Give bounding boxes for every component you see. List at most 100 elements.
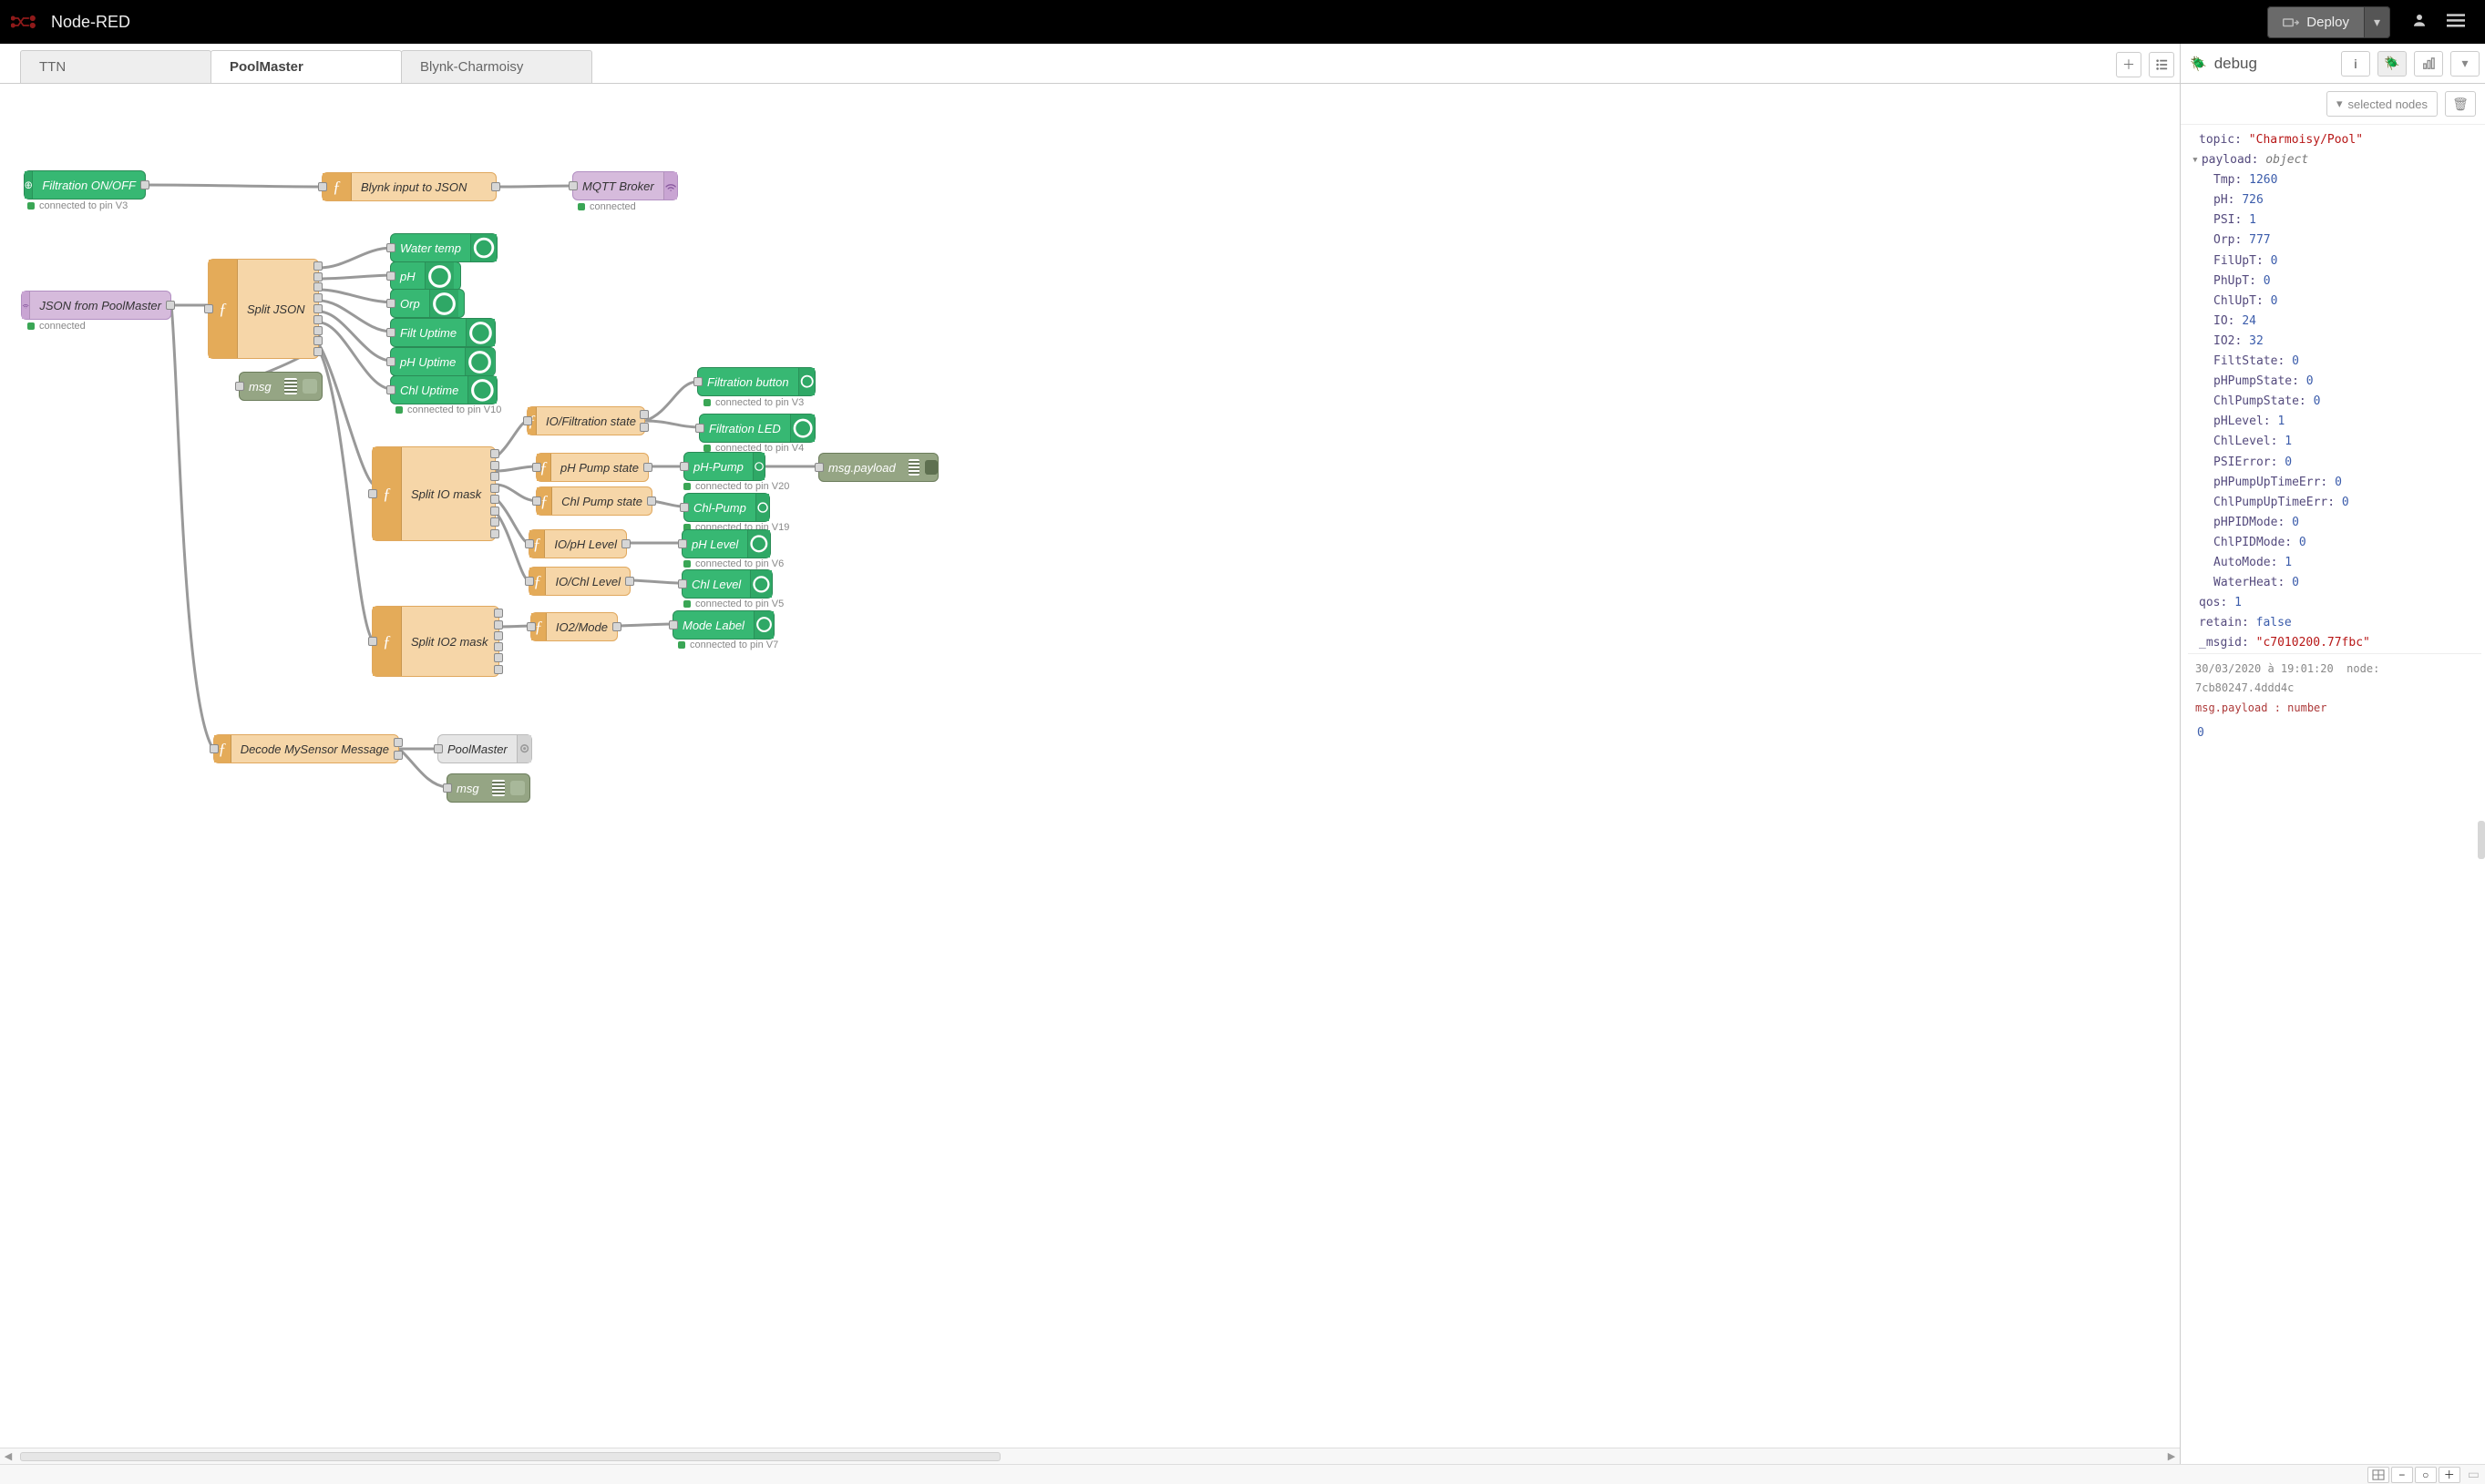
tab-ttn[interactable]: TTN	[20, 50, 211, 83]
node-io-chl-level[interactable]: ƒIO/Chl Level	[529, 567, 631, 596]
sidebar-menu-caret[interactable]: ▾	[2450, 51, 2480, 77]
status-mqtt: connected	[578, 201, 636, 212]
dashboard-tab-button[interactable]	[2414, 51, 2443, 77]
twisty-icon[interactable]: ▾	[2192, 153, 2199, 167]
node-ph-pump-state[interactable]: ƒpH Pump state	[536, 453, 649, 482]
node-ph[interactable]: pH	[390, 261, 461, 291]
node-decode-mysensor[interactable]: ƒDecode MySensor Message	[213, 734, 399, 763]
clear-debug-button[interactable]: 🗑	[2445, 91, 2476, 117]
node-filtration-onoff[interactable]: Filtration ON/OFF	[24, 170, 146, 200]
payload-row: AutoMode: 1	[2188, 553, 2481, 573]
debug-toggle[interactable]	[303, 379, 317, 394]
node-filt-uptime[interactable]: Filt Uptime	[390, 318, 496, 347]
debug-msg-meta: 30/03/2020 à 19:01:20 node: 7cb80247.4dd…	[2188, 653, 2481, 699]
node-mode-label[interactable]: Mode Label	[673, 610, 775, 640]
node-split-json[interactable]: ƒ Split JSON	[208, 259, 319, 359]
debug-handle-icon	[909, 459, 919, 476]
node-filtration-led[interactable]: Filtration LED	[699, 414, 816, 443]
blynk-icon	[25, 171, 33, 199]
node-filtration-button[interactable]: Filtration button	[697, 367, 816, 396]
node-label: IO/pH Level	[545, 537, 626, 551]
node-msg-payload[interactable]: msg.payload	[818, 453, 939, 482]
node-label: Orp	[391, 297, 429, 311]
hscrollbar[interactable]: ◀ ▶	[0, 1448, 2180, 1464]
node-label: Chl-Pump	[684, 501, 755, 515]
debug-tab-button[interactable]: 🪲	[2377, 51, 2407, 77]
node-label: IO2/Mode	[547, 620, 617, 634]
node-chl-uptime[interactable]: Chl Uptime	[390, 375, 498, 404]
payload-row: ChlPumpUpTimeErr: 0	[2188, 493, 2481, 513]
node-io-ph-level[interactable]: ƒIO/pH Level	[529, 529, 627, 558]
node-blynk-to-json[interactable]: ƒBlynk input to JSON	[322, 172, 497, 201]
tab-list-button[interactable]	[2149, 52, 2174, 77]
node-ph-pump[interactable]: pH-Pump	[683, 452, 765, 481]
globe-icon	[425, 262, 454, 290]
payload-row: pHPumpState: 0	[2188, 372, 2481, 392]
node-label: msg.payload	[819, 461, 905, 475]
tab-blynk[interactable]: Blynk-Charmoisy	[401, 50, 592, 83]
panel-toggle-icon[interactable]: ▭	[2468, 1467, 2480, 1482]
zoom-in-button[interactable]: ＋	[2439, 1467, 2460, 1483]
deploy-group: Deploy ▾	[2267, 6, 2390, 38]
sidebar-title: debug	[2214, 55, 2257, 73]
node-msg-debug1[interactable]: msg	[239, 372, 323, 401]
scroll-left-arrow[interactable]: ◀	[0, 1450, 16, 1462]
payload-row: PSIError: 0	[2188, 453, 2481, 473]
node-poolmaster-link[interactable]: PoolMaster	[437, 734, 532, 763]
node-ph-level[interactable]: pH Level	[682, 529, 771, 558]
info-tab-button[interactable]: i	[2341, 51, 2370, 77]
user-icon[interactable]	[2401, 12, 2438, 33]
node-label: Split IO2 mask	[402, 635, 498, 649]
main-menu-icon[interactable]	[2438, 12, 2474, 33]
node-split-io-mask[interactable]: ƒ Split IO mask	[372, 446, 496, 541]
zoom-reset-button[interactable]: ○	[2415, 1467, 2437, 1483]
node-label: Filtration ON/OFF	[33, 179, 145, 192]
scroll-thumb[interactable]	[20, 1452, 1001, 1461]
node-label: msg	[447, 782, 488, 795]
deploy-button[interactable]: Deploy	[2267, 6, 2365, 38]
node-chl-level[interactable]: Chl Level	[682, 569, 773, 599]
deploy-menu-caret[interactable]: ▾	[2365, 6, 2390, 38]
node-orp[interactable]: Orp	[390, 289, 465, 318]
debug-output[interactable]: topic: "Charmoisy/Pool" ▾payload: object…	[2181, 125, 2485, 1464]
node-chl-pump-state[interactable]: ƒChl Pump state	[536, 486, 652, 516]
add-tab-button[interactable]: ＋	[2116, 52, 2141, 77]
node-msg-debug2[interactable]: msg	[447, 773, 530, 803]
debug-toggle[interactable]	[510, 781, 525, 795]
deploy-label: Deploy	[2306, 15, 2349, 30]
node-water-temp[interactable]: Water temp	[390, 233, 498, 262]
node-label: PoolMaster	[438, 742, 517, 756]
globe-icon	[747, 530, 770, 558]
payload-row: ChlPIDMode: 0	[2188, 533, 2481, 553]
node-label: Split IO mask	[402, 487, 490, 501]
debug-toggle[interactable]	[925, 460, 938, 475]
payload-row: IO2: 32	[2188, 332, 2481, 352]
node-mqtt-broker[interactable]: MQTT Broker	[572, 171, 678, 200]
payload-row: ChlPumpState: 0	[2188, 392, 2481, 412]
payload-row: pH: 726	[2188, 190, 2481, 210]
payload-row: Tmp: 1260	[2188, 170, 2481, 190]
node-label: Filt Uptime	[391, 326, 466, 340]
node-label: pH Level	[683, 537, 747, 551]
debug-handle-icon	[492, 780, 505, 796]
node-io2-mode[interactable]: ƒIO2/Mode	[530, 612, 618, 641]
node-label: IO/Filtration state	[537, 414, 645, 428]
debug-msg-type: msg.payload : number	[2188, 699, 2481, 721]
node-io-filtration-state[interactable]: ƒIO/Filtration state	[527, 406, 645, 435]
zoom-out-button[interactable]: −	[2391, 1467, 2413, 1483]
globe-icon	[750, 570, 772, 598]
node-split-io2-mask[interactable]: ƒ Split IO2 mask	[372, 606, 499, 677]
node-label: Water temp	[391, 241, 470, 255]
globe-icon	[467, 376, 497, 404]
status-filtration-onoff: connected to pin V3	[27, 200, 128, 211]
vscroll-thumb[interactable]	[2478, 821, 2485, 859]
navigator-button[interactable]	[2367, 1467, 2389, 1483]
payload-row: pHPumpUpTimeErr: 0	[2188, 473, 2481, 493]
filter-button[interactable]: ▾ selected nodes	[2326, 91, 2438, 117]
tab-poolmaster[interactable]: PoolMaster	[211, 50, 402, 83]
scroll-right-arrow[interactable]: ▶	[2163, 1450, 2180, 1462]
node-json-from-poolmaster[interactable]: JSON from PoolMaster	[21, 291, 171, 320]
node-ph-uptime[interactable]: pH Uptime	[390, 347, 496, 376]
node-chl-pump[interactable]: Chl-Pump	[683, 493, 770, 522]
globe-icon	[790, 414, 815, 442]
